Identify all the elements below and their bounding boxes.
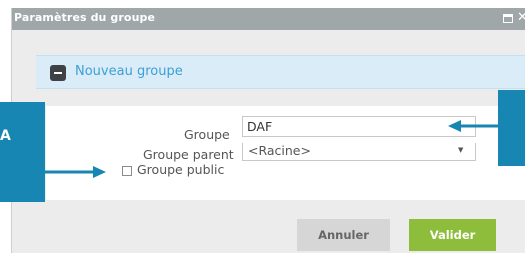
minus-square-icon[interactable]	[50, 65, 66, 81]
groupe-parent-label: Groupe parent	[143, 147, 234, 162]
chevron-down-icon: ▼	[458, 146, 464, 154]
callout-a-label: A	[0, 128, 11, 144]
groupe-parent-select[interactable]: <Racine> ▼	[242, 143, 476, 161]
callout-b	[498, 90, 525, 166]
maximize-icon[interactable]	[503, 14, 513, 23]
group-section-header[interactable]: Nouveau groupe	[36, 55, 525, 89]
groupe-parent-value: <Racine>	[248, 143, 311, 158]
groupe-public-label[interactable]: Groupe public	[137, 162, 224, 177]
callout-a-arrow	[45, 166, 106, 178]
close-icon[interactable]: ✕	[517, 10, 525, 26]
dialog-titlebar[interactable]: Paramètres du groupe ✕	[12, 8, 525, 30]
groupe-name-input[interactable]	[242, 116, 476, 137]
dialog-title: Paramètres du groupe	[14, 11, 156, 24]
groupe-public-checkbox[interactable]	[122, 166, 132, 176]
callout-b-arrow	[448, 120, 499, 132]
cancel-button[interactable]: Annuler	[297, 219, 390, 251]
group-section-title: Nouveau groupe	[75, 64, 183, 79]
validate-button[interactable]: Valider	[409, 219, 496, 251]
groupe-label: Groupe	[184, 127, 230, 142]
callout-a: A	[0, 102, 45, 202]
